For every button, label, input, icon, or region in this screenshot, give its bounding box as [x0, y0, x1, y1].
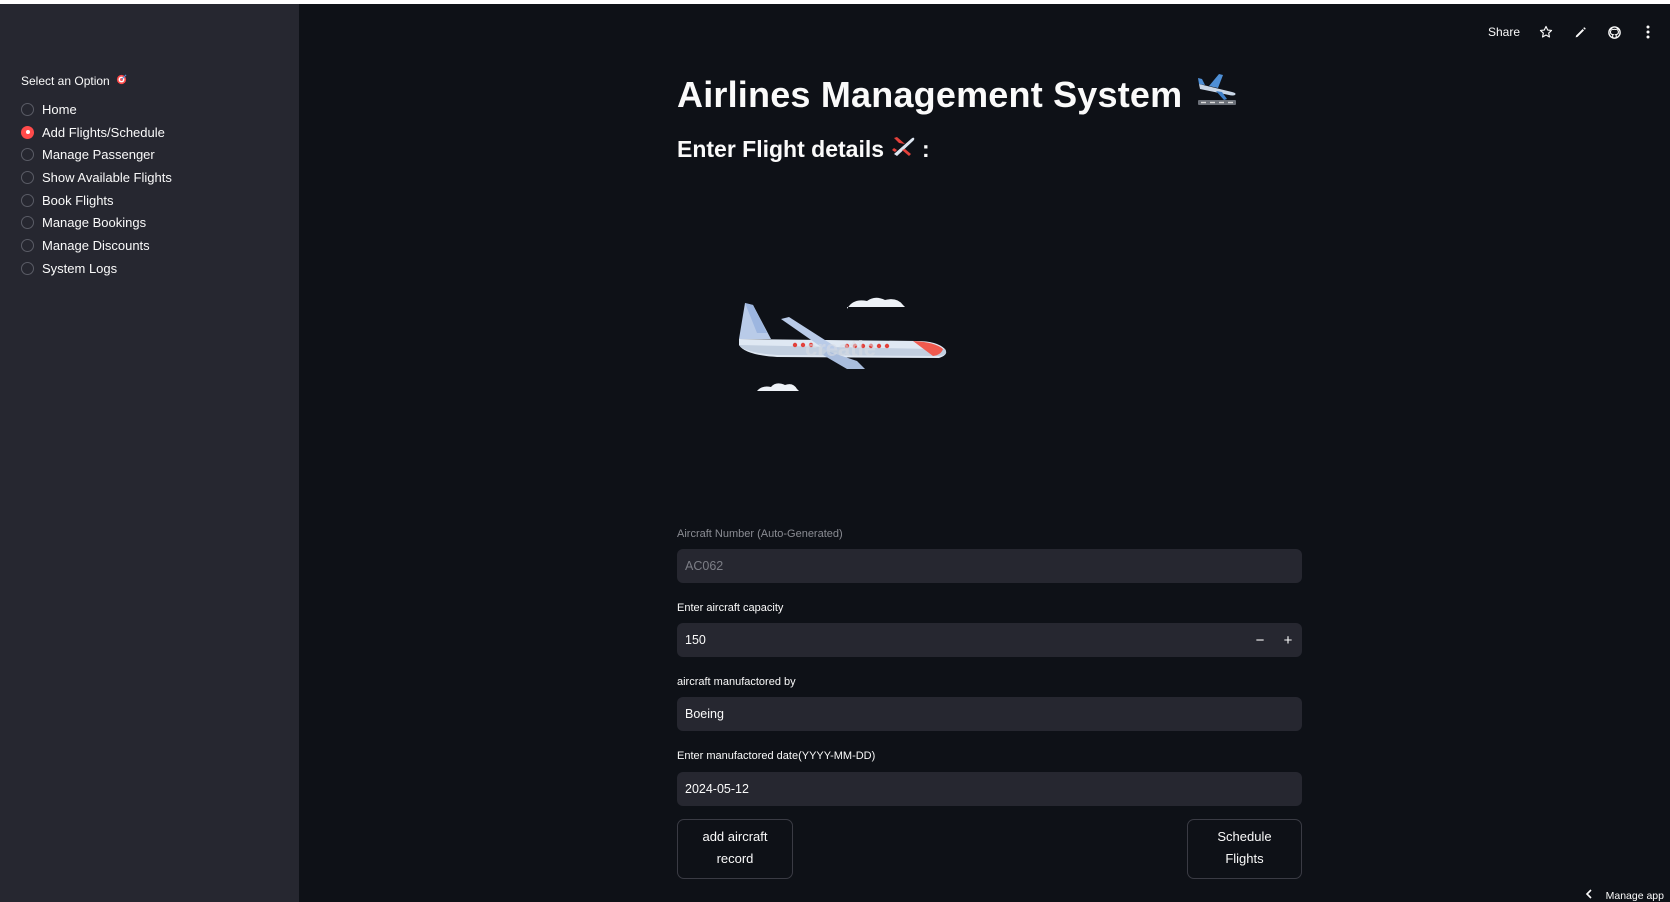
radio-button-selected[interactable] [21, 125, 34, 139]
radio-label: Home [42, 101, 77, 117]
capacity-stepper: − + [1254, 623, 1294, 657]
svg-text:creatie: creatie [805, 336, 876, 361]
radio-book-flights[interactable]: Book Flights [21, 189, 172, 212]
radio-home[interactable]: Home [21, 98, 172, 121]
manage-app-button[interactable]: Manage app [1585, 889, 1664, 902]
share-button[interactable]: Share [1488, 25, 1520, 39]
radio-button[interactable] [21, 170, 34, 184]
capacity-number-input[interactable]: 150 − + [677, 623, 1302, 657]
subtitle-colon: : [922, 135, 930, 162]
manufactured-date-label: Enter manufactored date(YYYY-MM-DD) [677, 750, 876, 762]
section-subtitle: Enter Flight details : [677, 134, 930, 164]
airplane-emoji-icon [1196, 70, 1238, 119]
github-icon[interactable] [1606, 24, 1622, 40]
sidebar-label-text: Select an Option [21, 74, 110, 88]
manufactured-date-input[interactable]: 2024-05-12 [677, 772, 1302, 806]
radio-label: Manage Passenger [42, 147, 155, 163]
radio-manage-discounts[interactable]: Manage Discounts [21, 234, 172, 257]
decrement-button[interactable]: − [1254, 632, 1266, 649]
pencil-icon[interactable] [1572, 24, 1588, 40]
radio-label: Show Available Flights [42, 169, 172, 185]
radio-show-available-flights[interactable]: Show Available Flights [21, 166, 172, 189]
manage-app-label: Manage app [1605, 889, 1664, 902]
section-subtitle-text: Enter Flight details [677, 135, 885, 162]
page-title-text: Airlines Management System [677, 73, 1183, 115]
manufacturer-label: aircraft manufactored by [677, 676, 796, 688]
chevron-left-icon [1585, 889, 1592, 902]
sidebar: Select an Option Home Add Flights/Schedu… [0, 4, 299, 902]
capacity-label: Enter aircraft capacity [677, 602, 784, 614]
increment-button[interactable]: + [1282, 632, 1294, 649]
more-vertical-icon[interactable] [1640, 24, 1656, 40]
radio-button[interactable] [21, 148, 34, 162]
capacity-value: 150 [685, 633, 706, 647]
schedule-button-line1: Schedule [1217, 829, 1272, 844]
radio-manage-passenger[interactable]: Manage Passenger [21, 143, 172, 166]
radio-button[interactable] [21, 261, 34, 275]
manufacturer-input[interactable]: Boeing [677, 697, 1302, 731]
radio-button[interactable] [21, 216, 34, 230]
app-window: Select an Option Home Add Flights/Schedu… [0, 4, 1670, 902]
aircraft-number-label: Aircraft Number (Auto-Generated) [677, 528, 843, 540]
top-toolbar: Share [1488, 24, 1656, 40]
radio-manage-bookings[interactable]: Manage Bookings [21, 211, 172, 234]
aircraft-number-value: AC062 [685, 559, 724, 573]
radio-button[interactable] [21, 102, 34, 116]
schedule-flights-button[interactable]: Schedule Flights [1187, 819, 1302, 879]
radio-button[interactable] [21, 238, 34, 252]
star-icon[interactable] [1538, 24, 1554, 40]
radio-label: System Logs [42, 260, 118, 276]
radio-button[interactable] [21, 193, 34, 207]
page-title: Airlines Management System [677, 70, 1238, 119]
add-button-line1: add aircraft [702, 829, 768, 844]
manufactured-date-value: 2024-05-12 [685, 782, 749, 796]
schedule-button-line2: Flights [1225, 851, 1264, 866]
radio-label: Book Flights [42, 192, 114, 208]
sidebar-label: Select an Option [21, 74, 127, 88]
radio-add-flights-schedule[interactable]: Add Flights/Schedule [21, 121, 172, 144]
radio-label: Manage Bookings [42, 215, 147, 231]
add-aircraft-record-button[interactable]: add aircraft record [677, 819, 793, 879]
airplane-small-emoji-icon [890, 134, 916, 164]
manufacturer-value: Boeing [685, 707, 724, 721]
target-icon [116, 74, 127, 88]
radio-system-logs[interactable]: System Logs [21, 257, 172, 280]
option-radio-group: Home Add Flights/Schedule Manage Passeng… [21, 98, 172, 280]
radio-label: Manage Discounts [42, 237, 150, 253]
add-button-line2: record [716, 851, 754, 866]
airplane-illustration-icon: creatie [727, 289, 967, 414]
radio-label: Add Flights/Schedule [42, 124, 165, 140]
aircraft-number-field: AC062 [677, 549, 1302, 583]
